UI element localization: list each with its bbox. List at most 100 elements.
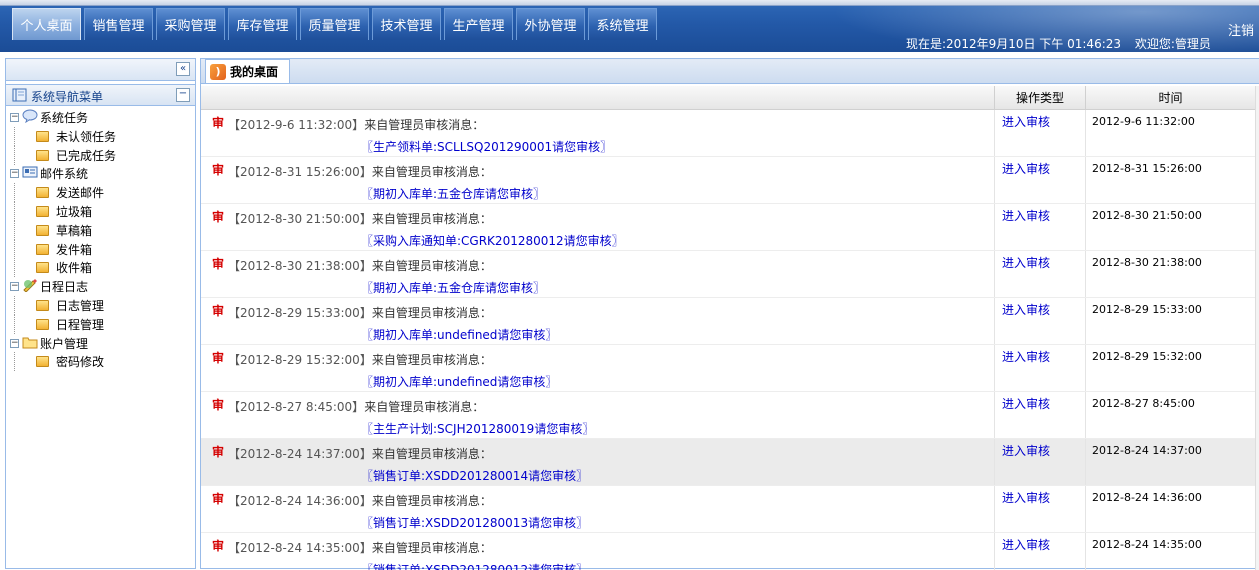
tree-item[interactable]: 垃圾箱: [6, 201, 195, 221]
nav-tab[interactable]: 销售管理: [84, 8, 153, 40]
tree-collapse-toggle[interactable]: −: [10, 338, 19, 348]
message-timestamp: 【2012-8-31 15:26:00】: [228, 165, 372, 179]
main-panel: ) 我的桌面 操作类型 时间 审【2012-9-6 11:32:00】来自管理员…: [200, 58, 1259, 570]
op-type-cell: 进入审核: [994, 486, 1085, 532]
message-row[interactable]: 审【2012-8-29 15:33:00】来自管理员审核消息： 〖期初入库单:un…: [201, 298, 1255, 345]
nav-tab[interactable]: 技术管理: [372, 8, 441, 40]
collapse-sidebar-button[interactable]: «: [176, 62, 190, 76]
tree-group-3[interactable]: − 日程日志: [6, 277, 195, 296]
message-row[interactable]: 审【2012-8-31 15:26:00】来自管理员审核消息： 〖期初入库单:五金…: [201, 157, 1255, 204]
tree-collapse-toggle[interactable]: −: [10, 282, 19, 292]
message-timestamp: 【2012-8-30 21:38:00】: [228, 259, 372, 273]
tree-item-label: 收件箱: [56, 261, 93, 276]
vertical-scrollbar[interactable]: [1255, 86, 1259, 570]
op-type-cell: 进入审核: [994, 439, 1085, 485]
enter-audit-link[interactable]: 进入审核: [1002, 207, 1050, 224]
message-row[interactable]: 审【2012-8-24 14:37:00】来自管理员审核消息： 〖销售订单:XSD…: [201, 439, 1255, 486]
enter-audit-link[interactable]: 进入审核: [1002, 489, 1050, 506]
folder-icon: [36, 299, 49, 311]
message-detail-link[interactable]: 〖期初入库单:五金仓库请您审核〗: [361, 279, 545, 296]
message-header: 【2012-8-29 15:33:00】来自管理员审核消息：: [228, 304, 492, 321]
tree-item-label: 未认领任务: [56, 129, 117, 144]
folder-icon: [36, 243, 49, 255]
chat-bubble-icon: [22, 109, 38, 123]
audit-stamp-icon: 审: [212, 304, 225, 318]
enter-audit-link[interactable]: 进入审核: [1002, 301, 1050, 318]
message-row[interactable]: 审【2012-8-30 21:50:00】来自管理员审核消息： 〖采购入库通知单:…: [201, 204, 1255, 251]
tree-item[interactable]: 密码修改: [6, 352, 195, 372]
tree-group-1[interactable]: − 系统任务: [6, 108, 195, 127]
nav-tab[interactable]: 质量管理: [300, 8, 369, 40]
enter-audit-link[interactable]: 进入审核: [1002, 160, 1050, 177]
op-type-cell: 进入审核: [994, 251, 1085, 297]
logout-link[interactable]: 注销: [1228, 20, 1254, 39]
nav-tab[interactable]: 系统管理: [588, 8, 657, 40]
tree-connector-line: [14, 201, 15, 221]
enter-audit-link[interactable]: 进入审核: [1002, 536, 1050, 553]
tree-item[interactable]: 日程管理: [6, 314, 195, 334]
time-cell: 2012-8-24 14:36:00: [1085, 486, 1255, 532]
message-row[interactable]: 审【2012-9-6 11:32:00】来自管理员审核消息： 〖生产领料单:SCL…: [201, 110, 1255, 157]
message-header: 【2012-8-27 8:45:00】来自管理员审核消息：: [228, 398, 484, 415]
time-cell: 2012-8-24 14:37:00: [1085, 439, 1255, 485]
sidebar-header: 系统导航菜单 −: [6, 84, 195, 106]
tree-item[interactable]: 未认领任务: [6, 126, 195, 146]
time-value: 2012-8-27 8:45:00: [1092, 397, 1195, 410]
tree-item-label: 发件箱: [56, 242, 93, 257]
column-header-op-type[interactable]: 操作类型: [994, 86, 1085, 110]
message-from: 来自管理员审核消息：: [371, 541, 492, 555]
message-detail-link[interactable]: 〖采购入库通知单:CGRK201280012请您审核〗: [361, 232, 624, 249]
nav-tab[interactable]: 库存管理: [228, 8, 297, 40]
message-row[interactable]: 审【2012-8-24 14:36:00】来自管理员审核消息： 〖销售订单:XSD…: [201, 486, 1255, 533]
audit-stamp-icon: 审: [212, 210, 225, 224]
message-detail-link[interactable]: 〖生产领料单:SCLLSQ201290001请您审核〗: [361, 138, 612, 155]
enter-audit-link[interactable]: 进入审核: [1002, 442, 1050, 459]
tree-group-4[interactable]: − 账户管理: [6, 334, 195, 353]
time-cell: 2012-8-31 15:26:00: [1085, 157, 1255, 203]
message-row[interactable]: 审【2012-8-30 21:38:00】来自管理员审核消息： 〖期初入库单:五金…: [201, 251, 1255, 298]
message-row[interactable]: 审【2012-8-24 14:35:00】来自管理员审核消息： 〖销售订单:XSD…: [201, 533, 1255, 570]
folder-icon: [36, 356, 49, 368]
enter-audit-link[interactable]: 进入审核: [1002, 254, 1050, 271]
audit-stamp-icon: 审: [212, 257, 225, 271]
message-from: 来自管理员审核消息：: [371, 259, 492, 273]
nav-tab[interactable]: 外协管理: [516, 8, 585, 40]
tree-item[interactable]: 已完成任务: [6, 145, 195, 165]
tree-item[interactable]: 发件箱: [6, 239, 195, 259]
message-detail-link[interactable]: 〖期初入库单:undefined请您审核〗: [361, 326, 557, 343]
nav-tab[interactable]: 生产管理: [444, 8, 513, 40]
message-timestamp: 【2012-8-27 8:45:00】: [228, 400, 365, 414]
tree-collapse-toggle[interactable]: −: [10, 169, 19, 179]
tree-group-label: 系统任务: [40, 111, 89, 125]
message-detail-link[interactable]: 〖销售订单:XSDD201280014请您审核〗: [361, 467, 588, 484]
message-detail-link[interactable]: 〖期初入库单:五金仓库请您审核〗: [361, 185, 545, 202]
message-from: 来自管理员审核消息：: [371, 306, 492, 320]
enter-audit-link[interactable]: 进入审核: [1002, 348, 1050, 365]
tree-item[interactable]: 发送邮件: [6, 183, 195, 203]
time-cell: 2012-8-30 21:38:00: [1085, 251, 1255, 297]
tree-group-2[interactable]: − 邮件系统: [6, 164, 195, 183]
tab-my-desktop[interactable]: ) 我的桌面: [205, 59, 290, 83]
enter-audit-link[interactable]: 进入审核: [1002, 395, 1050, 412]
status-line: 现在是:2012年9月10日 下午 01:46:23 欢迎您:管理员: [906, 35, 1221, 52]
message-row[interactable]: 审【2012-8-27 8:45:00】来自管理员审核消息： 〖主生产计划:SCJ…: [201, 392, 1255, 439]
tree-collapse-toggle[interactable]: −: [10, 113, 19, 122]
message-grid: 审【2012-9-6 11:32:00】来自管理员审核消息： 〖生产领料单:SCL…: [201, 110, 1255, 570]
enter-audit-link[interactable]: 进入审核: [1002, 113, 1050, 130]
message-detail-link[interactable]: 〖主生产计划:SCJH201280019请您审核〗: [361, 420, 594, 437]
time-value: 2012-8-30 21:50:00: [1092, 209, 1202, 222]
collapse-tree-button[interactable]: −: [176, 88, 190, 102]
tree-item[interactable]: 收件箱: [6, 258, 195, 278]
message-row[interactable]: 审【2012-8-29 15:32:00】来自管理员审核消息： 〖期初入库单:un…: [201, 345, 1255, 392]
nav-tab[interactable]: 个人桌面: [12, 8, 81, 40]
column-header-time[interactable]: 时间: [1085, 86, 1255, 110]
tree-item[interactable]: 草稿箱: [6, 220, 195, 240]
tree-item-label: 发送邮件: [56, 186, 105, 201]
message-header: 【2012-8-30 21:50:00】来自管理员审核消息：: [228, 210, 492, 227]
tab-label: 我的桌面: [230, 65, 279, 79]
message-timestamp: 【2012-8-30 21:50:00】: [228, 212, 372, 226]
message-detail-link[interactable]: 〖销售订单:XSDD201280013请您审核〗: [361, 514, 588, 531]
tree-item[interactable]: 日志管理: [6, 295, 195, 315]
nav-tab[interactable]: 采购管理: [156, 8, 225, 40]
message-detail-link[interactable]: 〖期初入库单:undefined请您审核〗: [361, 373, 557, 390]
